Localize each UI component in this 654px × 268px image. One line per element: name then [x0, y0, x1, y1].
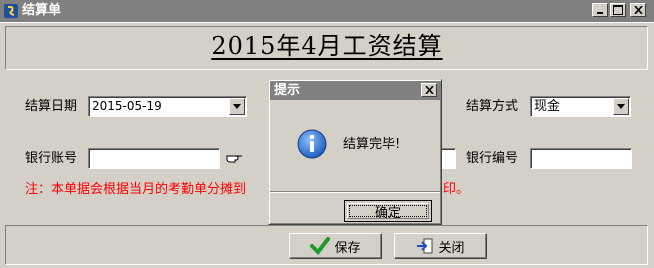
close-icon [633, 6, 643, 14]
window-title: 结算单 [22, 3, 62, 18]
chevron-down-icon[interactable] [229, 98, 245, 115]
date-label: 结算日期 [25, 99, 78, 114]
method-value: 现金 [534, 99, 561, 114]
exit-door-icon [417, 238, 433, 254]
checkmark-icon [310, 237, 331, 255]
account-label: 银行账号 [25, 151, 78, 166]
note-text: 注：本单据会根据当月的考勤单分摊到 [25, 182, 247, 197]
app-icon [3, 3, 19, 19]
bank-code-label: 银行编号 [466, 151, 519, 166]
method-label: 结算方式 [466, 99, 519, 114]
chevron-down-icon[interactable] [613, 98, 629, 115]
page-title: 2015年4月工资结算 [211, 32, 443, 60]
minimize-button[interactable] [592, 3, 608, 17]
method-dropdown[interactable]: 现金 [530, 96, 631, 117]
dialog-title: 提示 [274, 83, 301, 98]
pointing-hand-icon[interactable] [226, 151, 244, 169]
date-value: 2015-05-19 [92, 99, 162, 113]
bank-code-input[interactable] [530, 148, 632, 169]
close-button[interactable]: 关闭 [394, 233, 487, 259]
dialog-message: 结算完毕! [343, 137, 401, 152]
save-button-label: 保存 [334, 240, 361, 256]
save-button[interactable]: 保存 [289, 233, 382, 259]
maximize-button[interactable] [610, 3, 626, 17]
close-window-button[interactable] [630, 3, 646, 17]
maximize-icon [613, 5, 623, 15]
date-dropdown[interactable]: 2015-05-19 [88, 96, 247, 117]
window-titlebar[interactable] [0, 0, 654, 22]
info-icon [296, 128, 328, 164]
note-text-tail: 印。 [443, 182, 470, 197]
close-button-label: 关闭 [438, 240, 465, 256]
close-icon [424, 86, 434, 94]
ok-button-label: 确定 [347, 203, 429, 221]
dialog-close-button[interactable] [421, 83, 437, 97]
dialog-divider [270, 191, 440, 193]
account-input[interactable] [88, 148, 220, 169]
minimize-icon [597, 11, 603, 14]
ok-button[interactable]: 确定 [344, 200, 432, 222]
